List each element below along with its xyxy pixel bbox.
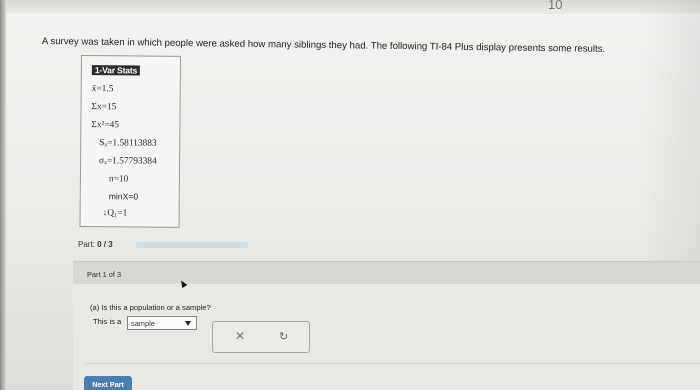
- stat-q1: ↓Q₁=1: [102, 208, 128, 219]
- stat-sigma-x: σₓ=1.57793384: [99, 156, 157, 167]
- stat-sum-x2: Σx²=45: [91, 120, 120, 131]
- calculator-display: 1-Var Stats x̄=1.5 Σx=15 Σx²=45 Sₓ=1.581…: [79, 55, 181, 228]
- next-part-button[interactable]: Next Part: [84, 376, 132, 390]
- redo-icon[interactable]: ↻: [279, 330, 288, 343]
- part-progress-value: 0 / 3: [97, 240, 113, 249]
- stat-sx: Sₓ=1.58113883: [99, 138, 157, 149]
- select-value: sample: [131, 319, 155, 328]
- part-header-label: Part 1 of 3: [87, 270, 122, 279]
- stat-minx: minX=0: [108, 191, 139, 202]
- part-progress: Part: 0 / 3: [78, 240, 248, 250]
- divider: [85, 363, 700, 364]
- population-sample-select[interactable]: sample: [127, 316, 197, 330]
- answer-tools: ✕ ↻: [212, 321, 310, 353]
- stat-sum-x: Σx=15: [91, 102, 117, 113]
- part-progress-label: Part: 0 / 3: [78, 240, 113, 249]
- close-icon[interactable]: ✕: [235, 329, 245, 343]
- dropdown-arrow-icon: [185, 321, 191, 326]
- top-mark: 10: [548, 0, 563, 12]
- calculator-title: 1-Var Stats: [91, 65, 141, 76]
- left-edge: [0, 0, 6, 390]
- top-strip: 10: [0, 0, 700, 14]
- stat-n: n=10: [108, 174, 129, 185]
- sub-question: (a) Is this a population or a sample?: [90, 303, 211, 312]
- answer-prefix: This is a: [93, 317, 122, 326]
- part-header: Part 1 of 3: [73, 262, 700, 284]
- progress-track: [136, 242, 248, 248]
- stat-mean: x̄=1.5: [91, 84, 114, 95]
